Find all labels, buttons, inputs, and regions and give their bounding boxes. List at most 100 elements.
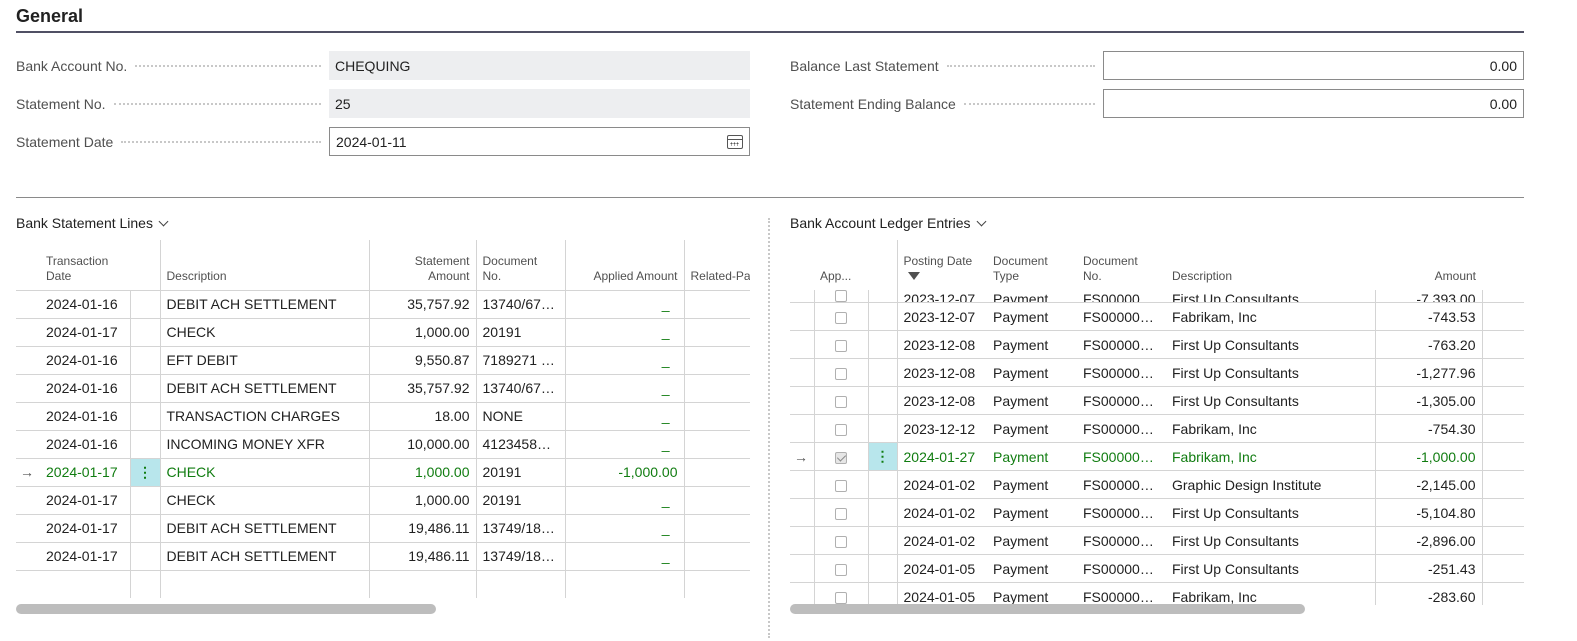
chevron-down-icon[interactable] [158,216,169,226]
related-party-cell[interactable] [684,513,750,542]
applied-amount-cell[interactable]: _ [565,317,685,346]
amount-cell[interactable]: -1,000.00 [1375,442,1483,471]
document-no-cell[interactable]: 20191 [476,457,566,486]
amount-cell[interactable]: -1,305.00 [1375,386,1483,415]
document-no-cell[interactable]: 412345813... [476,429,566,458]
transaction-date-cell[interactable]: 2024-01-16 [40,429,131,458]
document-type-cell[interactable]: Payment [987,302,1077,331]
statement-date-field[interactable]: 2024-01-11 [329,127,750,156]
applied-checkbox[interactable] [835,367,847,380]
posting-date-cell[interactable]: 2024-01-27 [897,442,987,471]
document-no-cell[interactable]: 13740/678... [476,289,566,318]
document-no-cell[interactable]: 20191 [476,317,566,346]
document-type-cell[interactable]: Payment [987,554,1077,583]
column-header-remaining[interactable]: R [1482,240,1524,290]
applied-amount-cell[interactable]: _ [565,429,685,458]
description-cell[interactable]: TRANSACTION CHARGES [160,401,370,430]
document-type-cell[interactable]: Payment [987,526,1077,555]
document-type-cell[interactable]: Payment [987,442,1077,471]
document-type-cell[interactable]: Payment [987,470,1077,499]
posting-date-cell[interactable]: 2023-12-07 [897,302,987,331]
column-header-document-no[interactable]: Document No. [1077,240,1166,290]
calendar-icon[interactable] [727,134,743,149]
statement-amount-cell[interactable]: 9,550.87 [369,345,477,374]
pane-splitter[interactable] [768,218,770,638]
related-party-cell[interactable] [684,289,750,318]
document-no-cell[interactable]: FS00000289 [1077,554,1166,583]
context-menu-cell[interactable]: ⋮ [868,442,898,471]
document-no-cell[interactable]: FS00000291 [1077,582,1166,605]
document-no-cell[interactable]: 13749/182... [476,541,566,570]
applied-checkbox[interactable] [835,311,847,324]
document-no-cell[interactable]: FS00000238 [1077,386,1166,415]
description-cell[interactable]: First Up Consultants [1166,498,1376,527]
vertical-ellipsis-icon[interactable]: ⋮ [138,464,152,480]
transaction-date-cell[interactable]: 2024-01-17 [40,317,131,346]
description-cell[interactable]: First Up Consultants [1166,358,1376,387]
statement-amount-cell[interactable]: 1,000.00 [369,485,477,514]
bank-account-ledger-entries-scrollbar[interactable] [790,604,1305,614]
remaining-cell[interactable]: - [1482,358,1524,387]
document-no-cell[interactable]: 20191 [476,485,566,514]
applied-checkbox[interactable] [835,479,847,492]
column-header-description[interactable]: Description [1166,240,1375,290]
document-no-cell[interactable]: 7189271 1... [476,345,566,374]
table-row[interactable]: → ⋮ 2024-01-27 Payment FS00000245 Fabrikam, I… [790,442,1524,471]
chevron-down-icon[interactable] [976,216,987,226]
description-cell[interactable]: First Up Consultants [1166,290,1376,303]
related-party-cell[interactable] [684,541,750,570]
partial-table-row[interactable]: 2023-12-07 Payment FS00000234 First Up Cons… [790,290,1524,303]
posting-date-cell[interactable]: 2023-12-12 [897,414,987,443]
vertical-ellipsis-icon[interactable]: ⋮ [876,448,890,464]
posting-date-cell[interactable]: 2023-12-08 [897,358,987,387]
empty-cell[interactable] [16,569,40,598]
document-no-cell[interactable]: FS00000242 [1077,414,1166,443]
remaining-cell[interactable]: - [1482,498,1524,527]
column-header-statement-amount[interactable]: Statement Amount [369,240,477,290]
transaction-date-cell[interactable]: 2024-01-16 [40,401,131,430]
statement-amount-cell[interactable]: 35,757.92 [369,373,477,402]
applied-amount-cell[interactable]: _ [565,373,685,402]
remaining-cell[interactable]: - [1482,526,1524,555]
applied-amount-cell[interactable]: _ [565,345,685,374]
posting-date-cell[interactable]: 2023-12-07 [897,290,987,302]
document-no-cell[interactable]: FS00000260 [1077,470,1166,499]
empty-cell[interactable] [130,569,161,598]
balance-last-statement-field[interactable]: 0.00 [1103,51,1524,80]
document-no-cell[interactable]: FS00000237 [1077,358,1166,387]
remaining-cell[interactable]: - [1482,442,1524,471]
related-party-cell[interactable] [684,485,750,514]
statement-amount-cell[interactable]: 18.00 [369,401,477,430]
document-no-cell[interactable]: FS00000235 [1077,302,1166,331]
remaining-cell[interactable] [1482,582,1524,605]
bank-statement-lines-title[interactable]: Bank Statement Lines [16,215,169,231]
table-row[interactable]: 2023-12-08 Payment FS00000236 First Up Cons… [790,330,1524,359]
table-row[interactable]: 2024-01-16 EFT DEBIT 9,550.87 7189271 1... _ [16,345,750,374]
document-no-cell[interactable]: NONE [476,401,566,430]
related-party-cell[interactable] [684,401,750,430]
applied-checkbox[interactable] [835,592,847,605]
table-row[interactable]: 2024-01-02 Payment FS00000263 First Up Cons… [790,526,1524,555]
posting-date-cell[interactable]: 2024-01-02 [897,526,987,555]
table-row[interactable]: 2024-01-16 DEBIT ACH SETTLEMENT 35,757.92 1… [16,289,750,318]
related-party-cell[interactable] [684,373,750,402]
empty-cell[interactable] [369,569,477,598]
applied-amount-cell[interactable]: _ [565,541,685,570]
remaining-cell[interactable] [1482,330,1524,359]
amount-cell[interactable]: -5,104.80 [1375,498,1483,527]
description-cell[interactable]: INCOMING MONEY XFR [160,429,370,458]
statement-amount-cell[interactable]: 1,000.00 [369,457,477,486]
description-cell[interactable]: CHECK [160,317,370,346]
applied-checkbox[interactable] [835,535,847,548]
table-row[interactable]: 2024-01-17 DEBIT ACH SETTLEMENT 19,486.11 1… [16,541,750,570]
table-row[interactable]: 2024-01-02 Payment FS00000261 First Up Cons… [790,498,1524,527]
description-cell[interactable]: DEBIT ACH SETTLEMENT [160,541,370,570]
statement-amount-cell[interactable]: 19,486.11 [369,541,477,570]
description-cell[interactable]: DEBIT ACH SETTLEMENT [160,513,370,542]
remaining-cell[interactable]: - [1482,470,1524,499]
statement-amount-cell[interactable]: 1,000.00 [369,317,477,346]
description-cell[interactable]: EFT DEBIT [160,345,370,374]
empty-cell[interactable] [565,569,685,598]
applied-checkbox[interactable] [835,290,847,302]
transaction-date-cell[interactable]: 2024-01-16 [40,289,131,318]
